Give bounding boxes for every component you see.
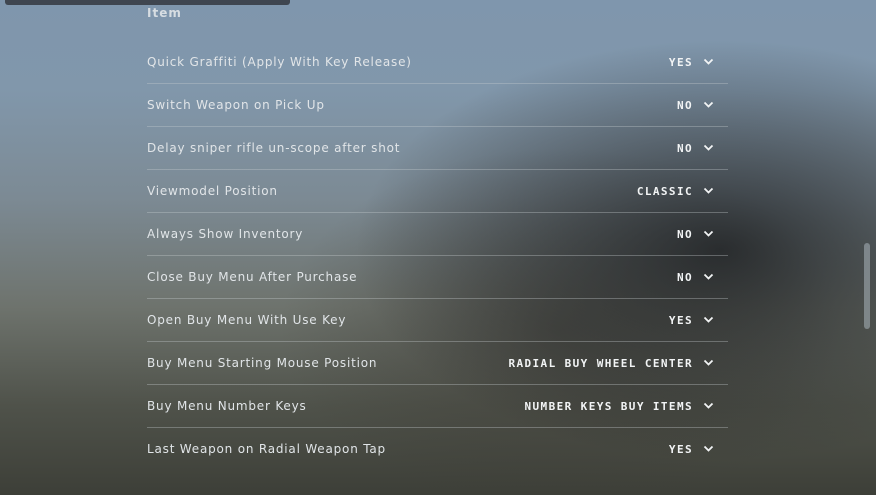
setting-label: Buy Menu Starting Mouse Position <box>147 356 378 370</box>
top-tab-strip <box>5 0 290 5</box>
setting-dropdown[interactable]: NO <box>677 99 728 112</box>
setting-label: Buy Menu Number Keys <box>147 399 307 413</box>
chevron-down-icon <box>703 445 714 452</box>
settings-list: Quick Graffiti (Apply With Key Release) … <box>147 41 728 470</box>
setting-row-quick-graffiti[interactable]: Quick Graffiti (Apply With Key Release) … <box>147 41 728 84</box>
setting-label: Open Buy Menu With Use Key <box>147 313 347 327</box>
setting-value: RADIAL BUY WHEEL CENTER <box>508 356 693 370</box>
setting-label: Always Show Inventory <box>147 227 304 241</box>
setting-label: Viewmodel Position <box>147 184 278 198</box>
chevron-down-icon <box>703 58 714 65</box>
setting-dropdown[interactable]: CLASSIC <box>637 185 728 198</box>
section-title: Item <box>147 6 182 20</box>
setting-row-always-show-inventory[interactable]: Always Show Inventory NO <box>147 213 728 256</box>
chevron-down-icon <box>703 144 714 151</box>
setting-value: YES <box>668 442 693 456</box>
setting-dropdown[interactable]: RADIAL BUY WHEEL CENTER <box>508 357 728 370</box>
chevron-down-icon <box>703 101 714 108</box>
setting-dropdown[interactable]: NO <box>677 271 728 284</box>
chevron-down-icon <box>703 316 714 323</box>
setting-value: NO <box>676 141 693 155</box>
setting-row-close-buy-menu[interactable]: Close Buy Menu After Purchase NO <box>147 256 728 299</box>
setting-label: Quick Graffiti (Apply With Key Release) <box>147 55 412 69</box>
setting-dropdown[interactable]: NO <box>677 142 728 155</box>
chevron-down-icon <box>703 273 714 280</box>
setting-row-viewmodel-position[interactable]: Viewmodel Position CLASSIC <box>147 170 728 213</box>
setting-dropdown[interactable]: NUMBER KEYS BUY ITEMS <box>525 400 728 413</box>
setting-dropdown[interactable]: NO <box>677 228 728 241</box>
chevron-down-icon <box>703 230 714 237</box>
setting-value: NO <box>676 98 693 112</box>
setting-dropdown[interactable]: YES <box>669 443 728 456</box>
setting-row-last-weapon-radial[interactable]: Last Weapon on Radial Weapon Tap YES <box>147 428 728 470</box>
chevron-down-icon <box>703 187 714 194</box>
setting-label: Close Buy Menu After Purchase <box>147 270 358 284</box>
setting-value: NUMBER KEYS BUY ITEMS <box>524 399 693 413</box>
setting-value: YES <box>668 55 693 69</box>
chevron-down-icon <box>703 359 714 366</box>
chevron-down-icon <box>703 402 714 409</box>
setting-value: YES <box>668 313 693 327</box>
setting-row-buy-menu-number-keys[interactable]: Buy Menu Number Keys NUMBER KEYS BUY ITE… <box>147 385 728 428</box>
setting-label: Switch Weapon on Pick Up <box>147 98 325 112</box>
setting-row-switch-weapon[interactable]: Switch Weapon on Pick Up NO <box>147 84 728 127</box>
setting-row-open-buy-menu-use-key[interactable]: Open Buy Menu With Use Key YES <box>147 299 728 342</box>
scrollbar-thumb[interactable] <box>864 243 870 329</box>
setting-row-delay-unscope[interactable]: Delay sniper rifle un-scope after shot N… <box>147 127 728 170</box>
setting-dropdown[interactable]: YES <box>669 314 728 327</box>
setting-label: Last Weapon on Radial Weapon Tap <box>147 442 386 456</box>
setting-value: CLASSIC <box>636 184 693 198</box>
setting-label: Delay sniper rifle un-scope after shot <box>147 141 401 155</box>
setting-row-buy-menu-mouse-position[interactable]: Buy Menu Starting Mouse Position RADIAL … <box>147 342 728 385</box>
setting-dropdown[interactable]: YES <box>669 56 728 69</box>
setting-value: NO <box>676 270 693 284</box>
setting-value: NO <box>676 227 693 241</box>
